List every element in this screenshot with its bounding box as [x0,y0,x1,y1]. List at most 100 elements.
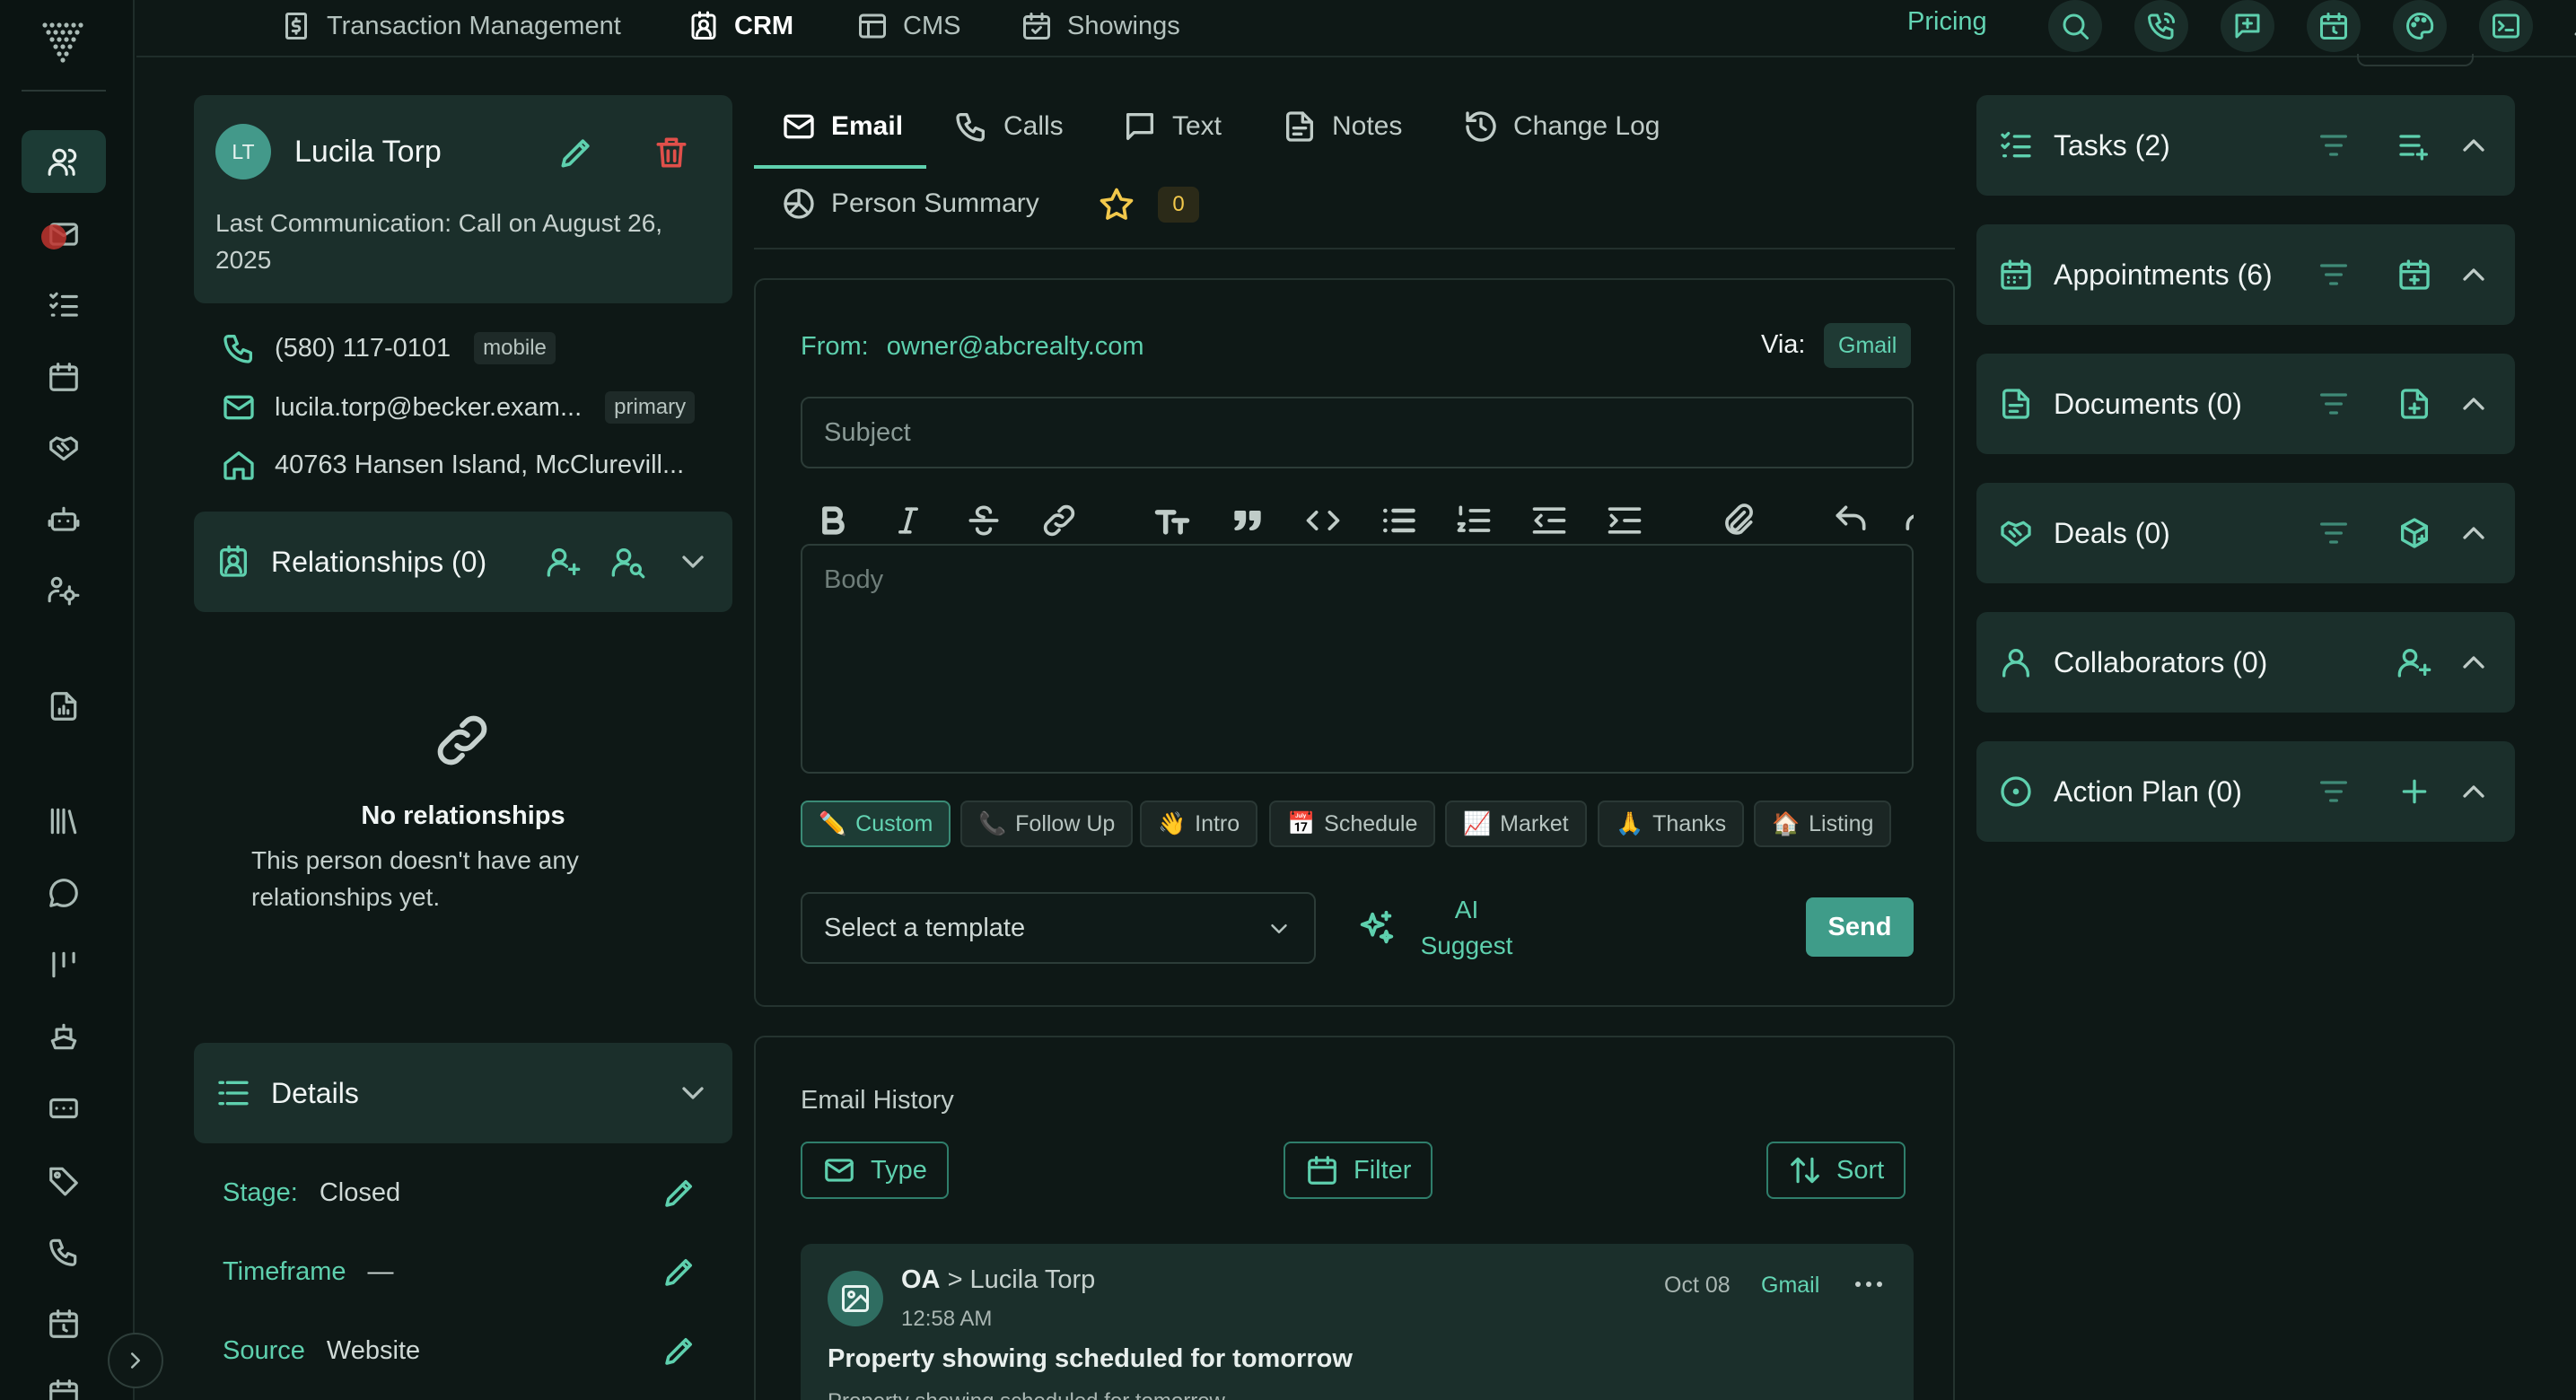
rail-library[interactable] [22,790,106,853]
document-add-icon[interactable] [2396,386,2432,422]
tab-text[interactable]: Text [1122,95,1222,158]
from-field[interactable]: From: owner@abcrealty.com [801,332,1144,362]
via-provider-badge[interactable]: Gmail [1824,323,1912,368]
rail-schedule[interactable] [22,1292,106,1355]
appointments-panel[interactable]: Appointments (6) [1976,224,2515,325]
tab-email[interactable]: Email [781,95,903,158]
text-size-icon[interactable] [1152,501,1192,540]
link-icon[interactable] [1039,501,1079,540]
calendar-add-icon[interactable] [2396,257,2432,293]
schedule-button[interactable] [2307,0,2361,52]
body-input[interactable]: Body [801,544,1914,774]
rail-automation[interactable] [22,488,106,551]
template-chip-market[interactable]: 📈 Market [1445,801,1587,847]
notifications-button[interactable] [2560,0,2576,52]
subject-input[interactable]: Subject [801,397,1914,468]
box-add-icon[interactable] [2396,515,2432,551]
numbered-list-icon[interactable] [1454,501,1494,540]
chevron-down-icon[interactable] [675,544,711,580]
star-icon[interactable] [1097,185,1136,224]
strikethrough-icon[interactable] [964,501,1003,540]
tasks-panel[interactable]: Tasks (2) [1976,95,2515,196]
indent-icon[interactable] [1605,501,1644,540]
chevron-up-icon[interactable] [2456,386,2492,422]
rail-calendar-2[interactable] [22,1362,106,1400]
ai-suggest-button[interactable]: AI Suggest [1355,892,1520,964]
quote-icon[interactable] [1228,501,1267,540]
chevron-down-icon[interactable] [675,1075,711,1111]
bold-icon[interactable] [813,501,853,540]
filter-button[interactable]: Filter [1284,1142,1433,1199]
chevron-up-icon[interactable] [2456,644,2492,680]
type-filter-button[interactable]: Type [801,1142,949,1199]
theme-button[interactable] [2393,0,2447,52]
rail-users-settings[interactable] [22,558,106,621]
delete-contact-button[interactable] [652,133,691,172]
nav-showings[interactable]: Showings [1021,0,1180,52]
rail-calendar[interactable] [22,346,106,408]
filter-icon[interactable] [2316,515,2352,551]
list-add-icon[interactable] [2396,127,2432,163]
template-chip-schedule[interactable]: 📅 Schedule [1269,801,1436,847]
address-row[interactable]: 40763 Hansen Island, McClurevill... [221,443,684,486]
rail-reports[interactable] [22,675,106,738]
chevron-up-icon[interactable] [2456,774,2492,809]
tab-notes[interactable]: Notes [1282,95,1402,158]
rail-tags[interactable] [22,1149,106,1212]
pencil-icon[interactable] [661,1332,698,1369]
tab-person-summary[interactable]: Person Summary [781,172,1039,235]
details-panel-header[interactable]: Details [194,1043,732,1143]
new-message-button[interactable] [2221,0,2274,52]
tab-change-log[interactable]: Change Log [1463,95,1660,158]
action-plan-panel[interactable]: Action Plan (0) [1976,741,2515,842]
dialer-button[interactable] [2134,0,2188,52]
paperclip-icon[interactable] [1718,501,1757,540]
rail-tickets[interactable] [22,1077,106,1140]
filter-icon[interactable] [2316,386,2352,422]
phone-row[interactable]: (580) 117-0101 mobile [221,327,556,370]
email-history-item[interactable]: OA > Lucila Torp 12:58 AM Oct 08 Gmail P… [801,1244,1914,1400]
rail-tasks[interactable] [22,274,106,337]
code-icon[interactable] [1303,501,1343,540]
outdent-icon[interactable] [1529,501,1569,540]
template-select[interactable]: Select a template [801,892,1316,964]
chevron-up-icon[interactable] [2456,515,2492,551]
undo-icon[interactable] [1831,501,1871,540]
search-button[interactable] [2048,0,2102,52]
nav-crm[interactable]: CRM [688,0,793,52]
pencil-icon[interactable] [661,1174,698,1212]
rail-pipeline[interactable] [22,933,106,996]
filter-icon[interactable] [2316,127,2352,163]
rail-chat[interactable] [22,862,106,924]
user-search-icon[interactable] [610,544,646,580]
relationships-panel-header[interactable]: Relationships (0) [194,512,732,612]
template-chip-listing[interactable]: 🏠 Listing [1754,801,1892,847]
template-chip-follow-up[interactable]: 📞 Follow Up [960,801,1134,847]
template-chip-thanks[interactable]: 🙏 Thanks [1598,801,1745,847]
rail-transactions[interactable] [22,1005,106,1068]
template-chip-custom[interactable]: ✏️ Custom [801,801,951,847]
email-row[interactable]: lucila.torp@becker.exam... primary [221,386,696,429]
redo-icon[interactable] [1901,501,1914,540]
nav-transaction-management[interactable]: Transaction Management [280,0,621,52]
bullet-list-icon[interactable] [1379,501,1418,540]
collaborators-panel[interactable]: Collaborators (0) [1976,612,2515,713]
expand-sidebar-button[interactable] [108,1333,163,1388]
nav-cms[interactable]: CMS [856,0,960,52]
pencil-icon[interactable] [661,1253,698,1291]
rail-mail[interactable] [22,203,106,266]
terminal-button[interactable] [2479,0,2533,52]
deals-panel[interactable]: Deals (0) [1976,483,2515,583]
more-options-icon[interactable] [1851,1271,1887,1298]
rail-deals[interactable] [22,416,106,479]
filter-icon[interactable] [2316,774,2352,809]
documents-panel[interactable]: Documents (0) [1976,354,2515,454]
send-button[interactable]: Send [1806,897,1914,957]
template-chip-intro[interactable]: 👋 Intro [1140,801,1258,847]
italic-icon[interactable] [889,501,928,540]
chevron-up-icon[interactable] [2456,257,2492,293]
logo-icon[interactable] [39,18,90,63]
plus-icon[interactable] [2396,774,2432,809]
sort-button[interactable]: Sort [1766,1142,1906,1199]
chevron-up-icon[interactable] [2456,127,2492,163]
